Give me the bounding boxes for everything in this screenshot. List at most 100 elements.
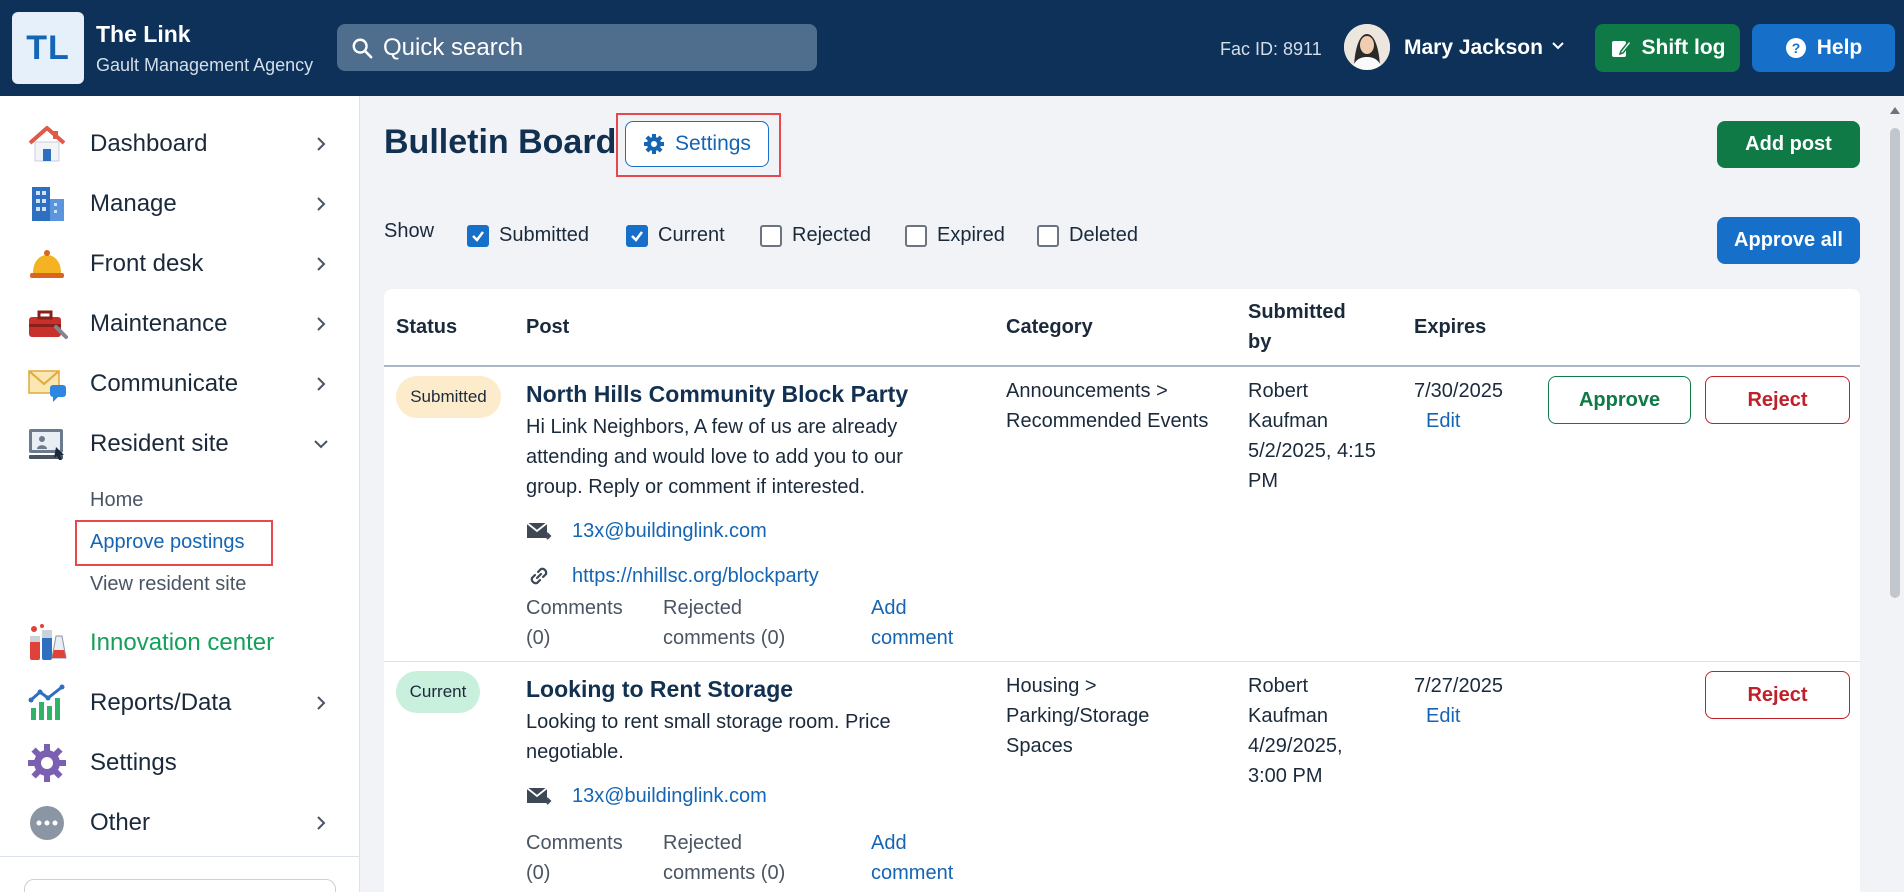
comments-count: (0) (526, 862, 551, 884)
computer-icon (29, 429, 64, 460)
checkbox-checked[interactable] (467, 224, 489, 247)
approve-all-button[interactable]: Approve all (1717, 217, 1860, 264)
row-divider (384, 661, 1860, 662)
post-body-line: negotiable. (526, 741, 624, 763)
avatar-portrait (1344, 24, 1390, 70)
sidebar-item-resident-site[interactable]: Resident site (0, 418, 360, 470)
sidebar-item-maintenance[interactable]: Maintenance (0, 298, 360, 350)
chevron-right-icon (317, 377, 326, 391)
filter-label: Deleted (1069, 224, 1138, 246)
envelope-arrow-icon (526, 522, 552, 540)
column-header-expires[interactable]: Expires (1414, 312, 1486, 342)
sidebar-item-label: Innovation center (90, 629, 275, 656)
app-logo[interactable]: TL (12, 12, 84, 84)
sidebar-item-label: Other (90, 809, 151, 836)
expires-date: 7/30/2025 (1414, 380, 1503, 402)
filter-label: Expired (937, 224, 1005, 246)
sidebar-bottom-field[interactable] (24, 879, 336, 892)
sidebar-item-settings[interactable]: Settings (0, 737, 360, 789)
email-text: 13x@buildinglink.com (572, 519, 767, 542)
post-body-line: group. Reply or comment if interested. (526, 476, 866, 498)
submitted-date-text: 3:00 PM (1248, 765, 1323, 787)
org-subtitle: Gault Management Agency (96, 55, 314, 75)
category-text: Spaces (1006, 735, 1073, 757)
subnav-view-resident-site[interactable]: View resident site (90, 573, 246, 596)
sidebar-item-label: Resident site (90, 430, 229, 457)
post-url-link[interactable]: https://nhillsc.org/blockparty (526, 563, 819, 589)
post-body-line: attending and would love to add you to o… (526, 446, 903, 468)
help-button[interactable]: ? Help (1752, 24, 1895, 72)
filter-rejected[interactable]: Rejected (760, 224, 871, 247)
post-title[interactable]: North Hills Community Block Party (526, 381, 908, 408)
scrollbar-thumb[interactable] (1890, 128, 1900, 598)
sidebar-item-label: Reports/Data (90, 689, 232, 716)
add-comment-link[interactable]: comment (871, 858, 953, 888)
gear-icon (28, 744, 66, 782)
email-text: 13x@buildinglink.com (572, 784, 767, 807)
subnav-approve-postings[interactable]: Approve postings (90, 531, 245, 554)
post-email-link[interactable]: 13x@buildinglink.com (526, 518, 767, 544)
sidebar-item-manage[interactable]: Manage (0, 178, 360, 230)
sidebar-item-label: Dashboard (90, 130, 208, 157)
column-header-submitted-by-line1[interactable]: Submitted (1248, 297, 1346, 327)
org-name: The Link (96, 21, 191, 47)
filter-deleted[interactable]: Deleted (1037, 224, 1138, 247)
sidebar-item-dashboard[interactable]: Dashboard (0, 118, 360, 170)
category-text: Recommended Events (1006, 410, 1209, 432)
show-filter-label: Show (384, 220, 435, 242)
edit-expiration-link[interactable]: Edit (1426, 705, 1460, 728)
column-header-category[interactable]: Category (1006, 312, 1093, 342)
envelope-chat-icon (28, 370, 66, 402)
lab-flasks-icon (30, 624, 67, 660)
column-header-post[interactable]: Post (526, 312, 569, 342)
chevron-down-icon (314, 440, 328, 449)
checkbox-unchecked[interactable] (905, 224, 927, 247)
sidebar-item-innovation-center[interactable]: Innovation center (0, 617, 360, 669)
chevron-down-icon[interactable] (1550, 38, 1566, 54)
expires-date: 7/27/2025 (1414, 675, 1503, 697)
filter-label: Rejected (792, 224, 871, 246)
sidebar-item-communicate[interactable]: Communicate (0, 358, 360, 410)
chevron-right-icon (317, 816, 326, 830)
settings-button[interactable]: Settings (625, 121, 769, 167)
user-name[interactable]: Mary Jackson (1404, 36, 1543, 60)
scroll-up-arrow-icon[interactable] (1888, 104, 1902, 118)
filter-current[interactable]: Current (626, 224, 725, 247)
reject-button[interactable]: Reject (1705, 671, 1850, 719)
filter-submitted[interactable]: Submitted (467, 224, 589, 247)
checkbox-unchecked[interactable] (760, 224, 782, 247)
approve-button[interactable]: Approve (1548, 376, 1691, 424)
subnav-home[interactable]: Home (90, 489, 143, 512)
add-post-button[interactable]: Add post (1717, 121, 1860, 168)
column-header-submitted-by-line2[interactable]: by (1248, 327, 1271, 357)
category-text: Announcements > (1006, 380, 1168, 402)
column-header-status[interactable]: Status (396, 312, 457, 342)
category-text: Housing > (1006, 675, 1097, 697)
submitted-date-text: PM (1248, 470, 1278, 492)
settings-button-label: Settings (675, 132, 751, 155)
sidebar-item-front-desk[interactable]: Front desk (0, 238, 360, 290)
checkbox-unchecked[interactable] (1037, 224, 1059, 247)
add-comment-link[interactable]: Add (871, 593, 907, 623)
shift-log-button[interactable]: Shift log (1595, 24, 1740, 72)
checkbox-checked[interactable] (626, 224, 648, 247)
rejected-comments-count: Rejected (663, 597, 742, 619)
user-avatar[interactable] (1344, 24, 1390, 70)
reject-button[interactable]: Reject (1705, 376, 1850, 424)
sidebar-item-other[interactable]: Other (0, 797, 360, 849)
submitted-by-text: Robert (1248, 675, 1309, 697)
filter-expired[interactable]: Expired (905, 224, 1005, 247)
post-email-link[interactable]: 13x@buildinglink.com (526, 783, 767, 809)
service-bell-icon (30, 250, 64, 278)
link-icon (530, 567, 548, 585)
add-comment-link[interactable]: Add (871, 828, 907, 858)
post-title[interactable]: Looking to Rent Storage (526, 676, 793, 703)
filter-label: Submitted (499, 224, 590, 246)
post-body-line: Hi Link Neighbors, A few of us are alrea… (526, 416, 898, 438)
sidebar-divider (0, 856, 360, 857)
edit-expiration-link[interactable]: Edit (1426, 410, 1460, 433)
sidebar-item-reports-data[interactable]: Reports/Data (0, 677, 360, 729)
quick-search-input[interactable]: Quick search (337, 24, 817, 71)
add-comment-link[interactable]: comment (871, 623, 953, 653)
chevron-right-icon (317, 137, 326, 151)
